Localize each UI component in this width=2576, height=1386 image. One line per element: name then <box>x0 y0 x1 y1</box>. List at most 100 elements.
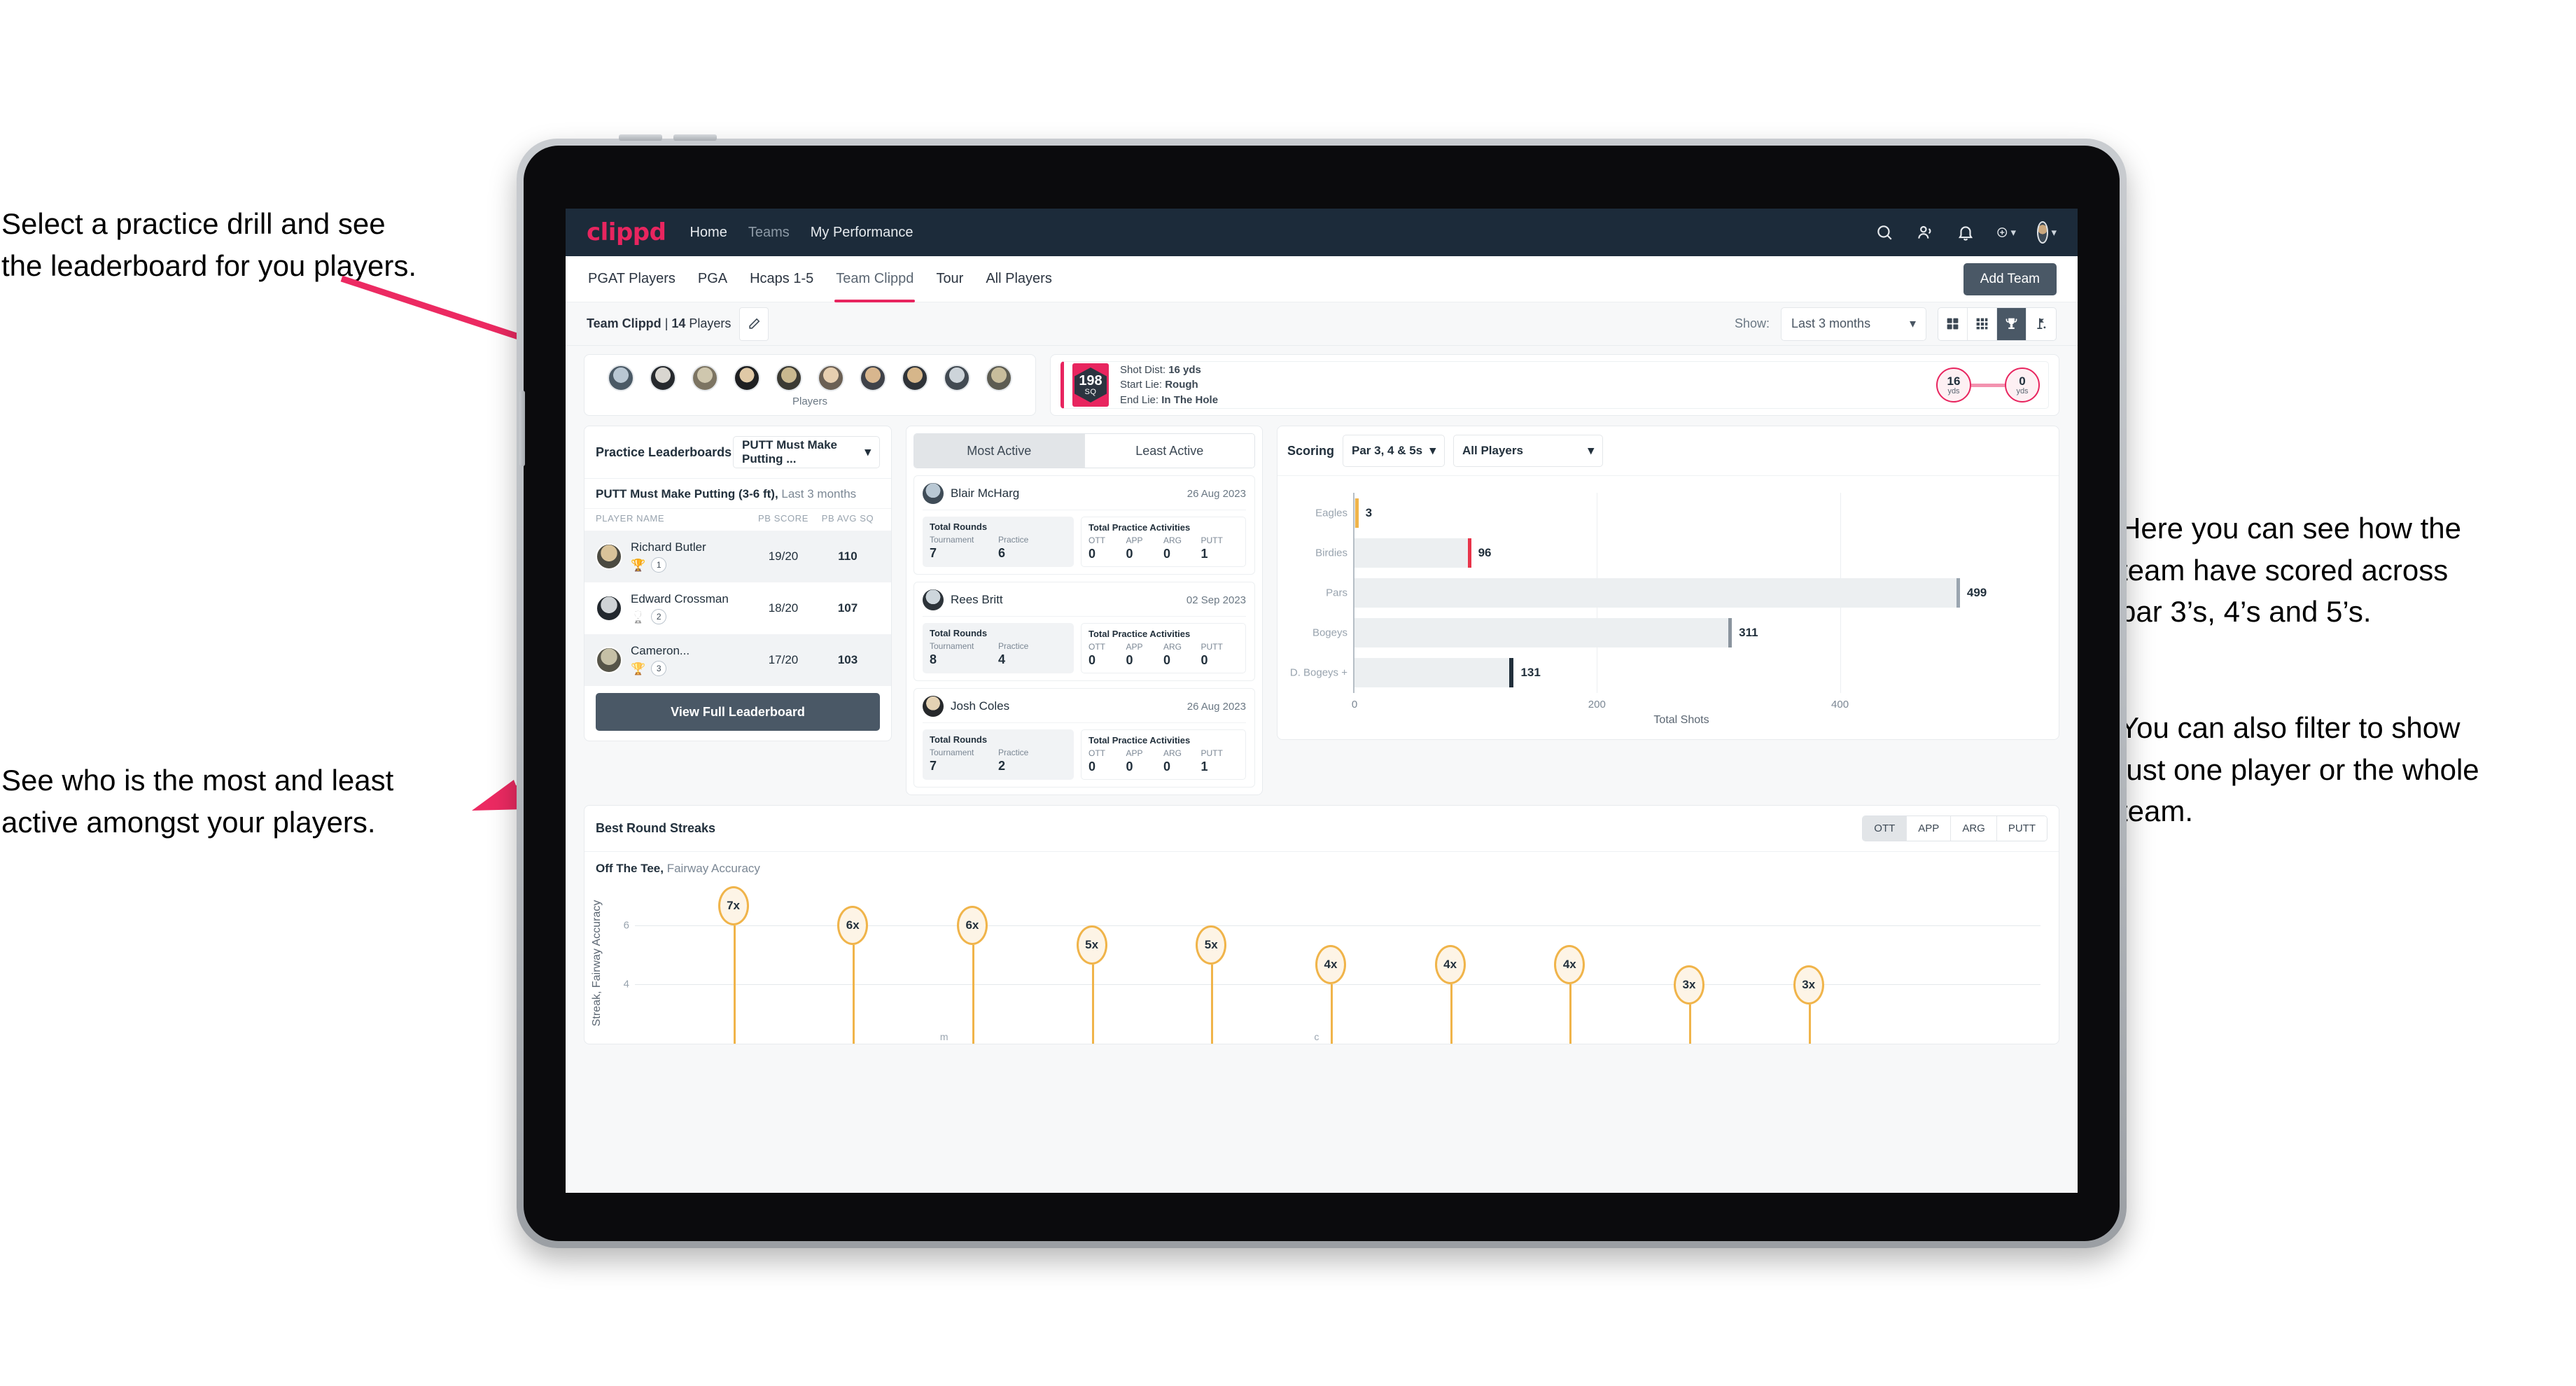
streak-marker[interactable]: 3x <box>1674 965 1704 1004</box>
list-item[interactable]: Josh Coles 26 Aug 2023 Total Rounds Tour… <box>913 688 1255 788</box>
tab-most-active[interactable]: Most Active <box>914 434 1084 468</box>
tab-tour[interactable]: Tour <box>934 265 965 293</box>
avatar[interactable] <box>986 365 1012 391</box>
toggle-putt[interactable]: PUTT <box>1996 816 2047 841</box>
xtick-200: 200 <box>1588 699 1606 710</box>
toggle-app[interactable]: APP <box>1906 816 1951 841</box>
table-row[interactable]: Cameron... 🏆 3 17/20 103 <box>584 634 891 686</box>
tab-least-active[interactable]: Least Active <box>1084 434 1254 468</box>
toggle-arg[interactable]: ARG <box>1950 816 1996 841</box>
avatar-icon[interactable]: ▾ <box>2037 221 2057 244</box>
callout-scoring-par: Here you can see how the team have score… <box>2120 512 2461 629</box>
tab-all-players[interactable]: All Players <box>984 265 1053 293</box>
drill-select[interactable]: PUTT Must Make Putting ... ▾ <box>733 436 880 468</box>
rounds-tournament: Tournament 7 <box>930 535 974 560</box>
rounds-tournament: Tournament 7 <box>930 748 974 773</box>
bar-value-birdies: 96 <box>1478 545 1492 559</box>
streak-marker[interactable]: 6x <box>837 905 869 945</box>
rank-badge: 1 <box>651 557 667 573</box>
callout-filter-player: You can also filter to show just one pla… <box>2120 711 2479 828</box>
axis-label-bogeys: Bogeys <box>1312 626 1348 639</box>
avatar[interactable] <box>608 365 634 391</box>
streaks-metric-detail: Fairway Accuracy <box>663 862 760 875</box>
xtick-partial-c: c <box>1314 1031 1320 1042</box>
grid-2x2-icon[interactable] <box>1938 307 1968 340</box>
avatar[interactable] <box>944 365 970 391</box>
golf-flag-icon[interactable] <box>2026 308 2056 340</box>
players-caption: Players <box>792 396 828 407</box>
rounds-practice: Practice 6 <box>998 535 1029 560</box>
chevron-down-icon: ▾ <box>1429 444 1436 457</box>
chevron-down-icon[interactable]: ▾ <box>2010 226 2016 239</box>
pb-avg-sq: 103 <box>837 653 858 666</box>
search-icon[interactable] <box>1875 223 1894 242</box>
player-filter-select[interactable]: All Players ▾ <box>1453 435 1604 467</box>
power-button[interactable] <box>519 391 525 466</box>
rounds-practice: Practice 2 <box>998 748 1029 773</box>
add-team-button[interactable]: Add Team <box>1963 262 2057 295</box>
pb-score: 17/20 <box>768 653 799 666</box>
streak-marker[interactable]: 7x <box>718 886 749 925</box>
streak-marker[interactable]: 4x <box>1434 945 1466 985</box>
avatar[interactable] <box>650 365 676 391</box>
streak-marker[interactable]: 5x <box>1196 925 1227 965</box>
clippd-logo[interactable]: clippd <box>587 218 666 246</box>
leaderboard-header: Practice Leaderboards PUTT Must Make Put… <box>584 426 891 479</box>
avatar[interactable] <box>818 365 844 391</box>
list-item[interactable]: Blair McHarg 26 Aug 2023 Total Rounds To… <box>913 475 1255 575</box>
practice-app: APP 0 <box>1126 748 1143 774</box>
axis-label-eagles: Eagles <box>1315 507 1348 519</box>
tab-hcaps-1-5[interactable]: Hcaps 1-5 <box>748 265 815 293</box>
streak-marker[interactable]: 6x <box>956 905 988 945</box>
volume-down-button[interactable] <box>673 134 717 141</box>
practice-app: APP 0 <box>1126 536 1143 561</box>
date-range-value: Last 3 months <box>1791 316 1871 330</box>
nav-link-my-performance[interactable]: My Performance <box>811 225 913 241</box>
tab-pga[interactable]: PGA <box>696 265 729 293</box>
streak-stem <box>1091 965 1094 1044</box>
volume-up-button[interactable] <box>619 134 662 141</box>
tab-pgat-players[interactable]: PGAT Players <box>587 265 677 293</box>
par-filter-select[interactable]: Par 3, 4 & 5s ▾ <box>1343 435 1446 467</box>
start-distance-value: 16 <box>1947 374 1961 388</box>
trophy-icon: 🏆 <box>631 662 646 676</box>
trophy-icon[interactable] <box>1997 307 2026 340</box>
top-navbar: clippd Home Teams My Performance ▾ ▾ <box>566 209 2078 256</box>
bar-double-bogeys: 131 <box>1354 658 1541 688</box>
avatar[interactable] <box>902 365 928 391</box>
chevron-down-icon[interactable]: ▾ <box>2051 226 2057 239</box>
grid-3x3-icon[interactable] <box>1968 307 1997 340</box>
people-icon[interactable] <box>1915 223 1935 242</box>
streaks-plot-area: 6 4 7x 6x 6x 5x 5x 4x 4x 4x 3x 3x m c <box>624 886 2040 1044</box>
practice-putt: PUTT 1 <box>1200 748 1223 774</box>
avatar[interactable] <box>734 365 760 391</box>
pencil-icon[interactable] <box>739 307 769 341</box>
view-full-leaderboard-button[interactable]: View Full Leaderboard <box>596 693 880 731</box>
bar-value-bogeys: 311 <box>1739 626 1758 640</box>
total-rounds-title: Total Rounds <box>930 734 988 745</box>
rounds-columns: Tournament 8 Practice 4 <box>930 641 1067 667</box>
avatar[interactable] <box>860 365 886 391</box>
nav-link-teams[interactable]: Teams <box>748 225 790 241</box>
ytick-6: 6 <box>623 919 629 931</box>
streak-stem <box>853 944 855 1044</box>
rounds-tournament: Tournament 8 <box>930 641 974 666</box>
streak-marker[interactable]: 4x <box>1554 945 1586 985</box>
streaks-toggle-group: OTT APP ARG PUTT <box>1862 816 2047 841</box>
plus-circle-icon[interactable]: ▾ <box>1996 223 2016 242</box>
avatar[interactable] <box>692 365 718 391</box>
date-range-select[interactable]: Last 3 months ▾ <box>1781 307 1926 341</box>
list-item[interactable]: Rees Britt 02 Sep 2023 Total Rounds Tour… <box>913 582 1255 681</box>
streak-marker[interactable]: 3x <box>1793 965 1824 1004</box>
toggle-ott[interactable]: OTT <box>1863 816 1907 841</box>
streak-marker[interactable]: 5x <box>1076 925 1107 965</box>
tab-team-clippd[interactable]: Team Clippd <box>834 265 916 302</box>
table-row[interactable]: Richard Butler 🏆 1 19/20 110 <box>584 531 891 582</box>
streak-marker[interactable]: 4x <box>1315 945 1346 985</box>
bell-icon[interactable] <box>1956 223 1975 242</box>
avatar[interactable] <box>776 365 802 391</box>
rounds-practice: Practice 4 <box>998 641 1029 666</box>
bar-cap <box>1467 538 1471 568</box>
nav-link-home[interactable]: Home <box>690 225 727 241</box>
table-row[interactable]: Edward Crossman 🏆 2 18/20 107 <box>584 582 891 634</box>
